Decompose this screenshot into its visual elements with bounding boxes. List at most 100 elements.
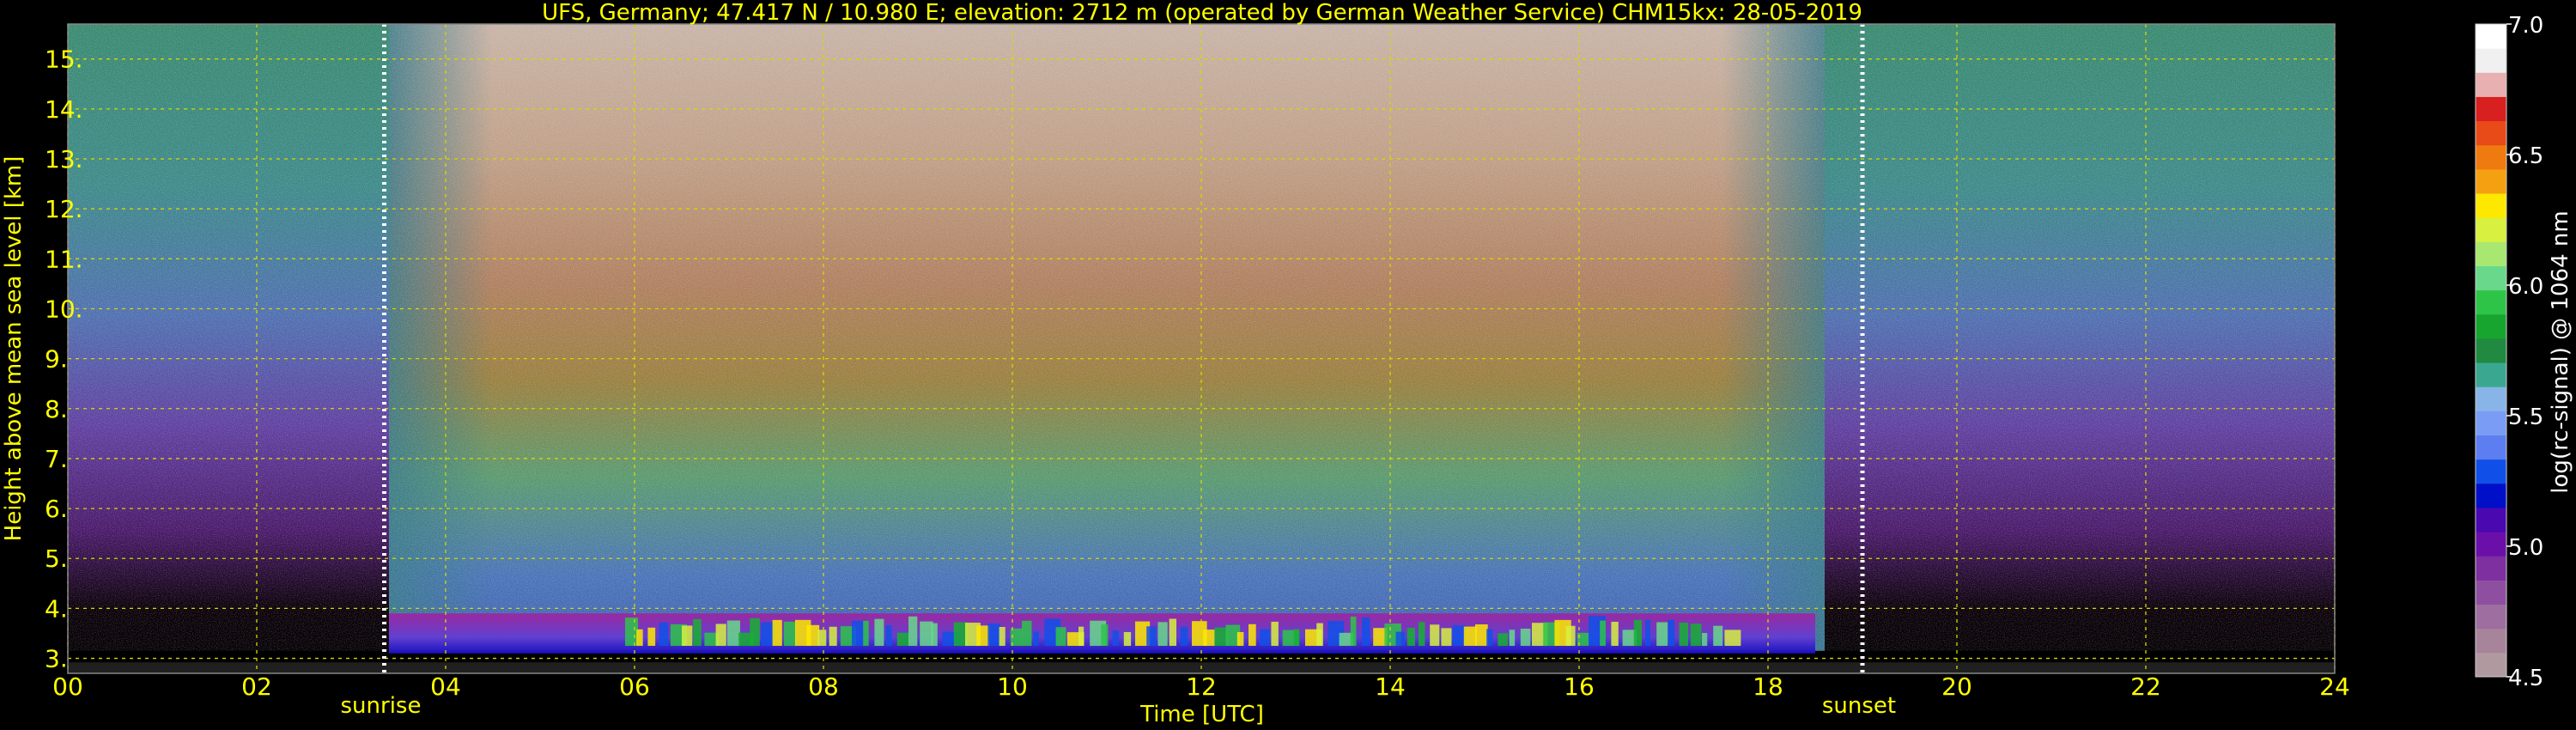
colorbar-segment [2476, 24, 2506, 49]
colorbar-tick-label: 6.0 [2508, 274, 2543, 300]
cloud-cell [829, 626, 837, 647]
y-tick-label: 14. [45, 95, 83, 124]
cloud-cell [1498, 633, 1509, 647]
y-tick-label: 5. [45, 544, 68, 573]
cloud-cell [1463, 626, 1477, 647]
cloud-cell [1406, 628, 1415, 647]
x-tick-label: 24 [2319, 672, 2350, 701]
cloud-cell [726, 620, 740, 647]
cloud-cell [987, 624, 1000, 647]
x-tick-label: 00 [52, 672, 83, 701]
colorbar-segment [2476, 628, 2506, 654]
colorbar-segment [2476, 435, 2506, 460]
cloud-cell [920, 621, 933, 647]
cloud-cell [1509, 630, 1516, 647]
colorbar-label: log(rc-signal) @ 1064 nm [2548, 210, 2573, 493]
x-tick-label: 12 [1186, 672, 1217, 701]
colorbar-segment [2476, 362, 2506, 387]
cloud-cell [1486, 629, 1493, 647]
colorbar-segment [2476, 241, 2506, 266]
cloud-cell [1724, 630, 1741, 647]
colorbar-segment [2476, 289, 2506, 315]
cloud-cell [1565, 625, 1576, 647]
x-tick-label: 22 [2130, 672, 2161, 701]
y-tick-label: 11. [45, 245, 83, 273]
cloud-cell [715, 624, 726, 647]
y-tick-label: 12. [45, 195, 83, 223]
cloud-cell [1022, 620, 1032, 647]
y-tick-label: 6. [45, 495, 68, 523]
event-label-sunset: sunset [1822, 693, 1896, 719]
plot-area [68, 24, 2335, 673]
cloud-cell [999, 627, 1005, 647]
cloud-cell [1033, 631, 1039, 647]
colorbar-segment [2476, 48, 2506, 73]
cloud-cell [1656, 622, 1668, 647]
colorbar-segment [2476, 459, 2506, 484]
cloud-cell [659, 622, 669, 647]
y-tick-label: 10. [45, 295, 83, 323]
cloud-cell [885, 625, 892, 647]
cloud-cell [1350, 616, 1357, 647]
y-tick-label: 4. [45, 594, 68, 623]
cloud-cell [1441, 628, 1452, 647]
cloud-cell [1611, 621, 1619, 647]
x-tick-label: 04 [430, 672, 461, 701]
cloud-cell [682, 625, 693, 647]
cloud-cell [1203, 630, 1215, 647]
cloud-cell [1362, 617, 1370, 647]
cloud-cell [1249, 624, 1256, 647]
x-tick-label: 06 [619, 672, 650, 701]
cloud-cell [1475, 624, 1488, 647]
cloud-cell [931, 623, 938, 647]
cloud-cell [1146, 626, 1157, 647]
x-tick-label: 14 [1375, 672, 1406, 701]
colorbar-segment [2476, 96, 2506, 122]
colorbar-segment [2476, 313, 2506, 339]
colorbar-segment [2476, 168, 2506, 194]
cloud-cell [1713, 625, 1723, 647]
y-tick-label: 15. [45, 46, 83, 74]
colorbar-tick-label: 7.0 [2508, 13, 2543, 39]
colorbar [2475, 23, 2507, 678]
cloud-cell [1395, 631, 1406, 647]
cloud-cell [1271, 621, 1279, 647]
colorbar-tick-label: 6.5 [2508, 143, 2543, 169]
cloud-cell [1293, 629, 1300, 647]
cloud-cell [636, 629, 643, 647]
cloud-cell [1679, 622, 1689, 647]
cloud-cell [647, 627, 656, 647]
cloud-cell [908, 616, 918, 647]
cloud-cell [874, 618, 884, 647]
cloud-cell [1690, 624, 1702, 647]
cloud-cell [772, 619, 782, 647]
colorbar-segment [2476, 72, 2506, 97]
cloud-cell [750, 617, 760, 647]
x-tick-label: 20 [1941, 672, 1972, 701]
cloud-cell [1078, 626, 1084, 647]
cloud-cell [896, 632, 909, 647]
colorbar-segment [2476, 217, 2506, 242]
cloud-cell [1112, 630, 1119, 647]
cloud-cell [1430, 624, 1440, 647]
cloud-cell [1123, 632, 1132, 647]
cloud-cell [1419, 622, 1425, 647]
colorbar-segment [2476, 338, 2506, 363]
colorbar-tick-label: 5.0 [2508, 535, 2543, 561]
cloud-cell [1180, 626, 1188, 647]
y-tick-label: 9. [45, 345, 68, 374]
cloud-cell [1668, 619, 1675, 647]
y-axis-label: Height above mean sea level [km] [1, 156, 27, 542]
cloud-cell [1169, 618, 1177, 647]
cloud-cell [1260, 629, 1270, 647]
cloud-cell [1055, 627, 1066, 647]
colorbar-segment [2476, 144, 2506, 170]
cloud-cell [817, 630, 827, 647]
cloud-cell [806, 624, 820, 647]
colorbar-segment [2476, 580, 2506, 605]
x-tick-label: 18 [1753, 672, 1783, 701]
cloud-cell [1520, 629, 1531, 647]
colorbar-segment [2476, 386, 2506, 411]
chart-title: UFS, Germany; 47.417 N / 10.980 E; eleva… [542, 0, 1862, 26]
colorbar-segment [2476, 507, 2506, 532]
